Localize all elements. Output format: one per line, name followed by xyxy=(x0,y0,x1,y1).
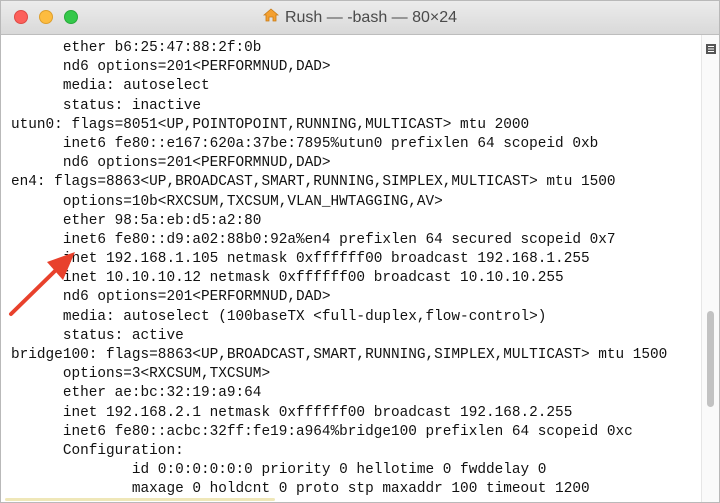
window-title: Rush — -bash — 80×24 xyxy=(284,9,458,27)
terminal-line: nd6 options=201<PERFORMNUD,DAD> xyxy=(11,59,331,76)
terminal-line: ether b6:25:47:88:2f:0b xyxy=(11,40,262,56)
terminal-line: nd6 options=201<PERFORMNUD,DAD> xyxy=(11,155,331,172)
terminal-line: status: inactive xyxy=(11,97,201,114)
terminal-line: inet6 fe80::d9:a02:88b0:92a%en4 prefixle… xyxy=(11,231,616,248)
terminal-line: status: active xyxy=(11,327,184,344)
window-title-container: Rush — -bash — 80×24 xyxy=(1,1,719,35)
terminal-window: Rush — -bash — 80×24 ether b6:25:47:88:2… xyxy=(0,0,720,503)
scrollbar-thumb[interactable] xyxy=(707,311,714,407)
title-bar[interactable]: Rush — -bash — 80×24 xyxy=(1,1,719,35)
terminal-line: inet6 fe80::acbc:32ff:fe19:a964%bridge10… xyxy=(11,423,633,440)
terminal-line: Configuration: xyxy=(11,442,184,459)
terminal-line: options=10b<RXCSUM,TXCSUM,VLAN_HWTAGGING… xyxy=(11,193,443,210)
terminal-line: options=3<RXCSUM,TXCSUM> xyxy=(11,366,271,383)
vertical-scrollbar[interactable] xyxy=(701,35,719,502)
terminal-line: media: autoselect xyxy=(11,78,210,95)
terminal-line: inet 10.10.10.12 netmask 0xffffff00 broa… xyxy=(11,270,564,287)
home-icon xyxy=(262,1,280,35)
terminal-line: nd6 options=201<PERFORMNUD,DAD> xyxy=(11,289,331,306)
terminal-line: ether 98:5a:eb:d5:a2:80 xyxy=(11,212,262,229)
terminal-output[interactable]: ether b6:25:47:88:2f:0b nd6 options=201<… xyxy=(1,35,701,502)
horizontal-scroll-indicator xyxy=(5,498,275,501)
terminal-line: id 0:0:0:0:0:0 priority 0 hellotime 0 fw… xyxy=(11,462,547,479)
terminal-line: en4: flags=8863<UP,BROADCAST,SMART,RUNNI… xyxy=(11,174,616,191)
terminal-line: bridge100: flags=8863<UP,BROADCAST,SMART… xyxy=(11,347,668,363)
list-menu-icon[interactable] xyxy=(706,41,716,54)
terminal-line: media: autoselect (100baseTX <full-duple… xyxy=(11,308,547,325)
terminal-line: inet6 fe80::e167:620a:37be:7895%utun0 pr… xyxy=(11,135,599,152)
terminal-line: ether ae:bc:32:19:a9:64 xyxy=(11,385,262,402)
terminal-line: inet 192.168.1.105 netmask 0xffffff00 br… xyxy=(11,251,590,268)
terminal-line: utun0: flags=8051<UP,POINTOPOINT,RUNNING… xyxy=(11,116,530,133)
terminal-line: inet 192.168.2.1 netmask 0xffffff00 broa… xyxy=(11,404,573,421)
terminal-line: maxage 0 holdcnt 0 proto stp maxaddr 100… xyxy=(11,481,590,498)
